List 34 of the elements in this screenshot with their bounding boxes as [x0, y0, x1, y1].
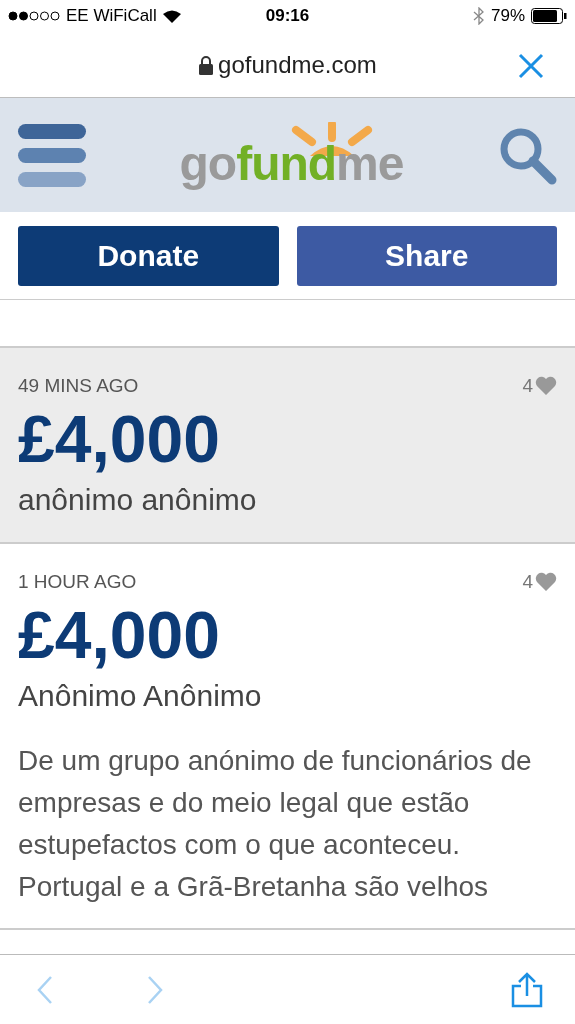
donate-button[interactable]: Donate	[18, 225, 279, 286]
share-button[interactable]	[511, 971, 543, 1008]
logo-text: me	[336, 137, 404, 190]
logo-text: fund	[236, 137, 337, 190]
donation-message: De um grupo anónimo de funcionários de empresas e do meio legal que estão estupefactos com o que aconteceu. Portugal e a Grã-Bretanha são velhos	[18, 744, 533, 905]
heart-icon[interactable]	[535, 376, 557, 397]
close-icon	[518, 53, 544, 79]
signal-icon	[8, 11, 60, 21]
donor-name: anônimo anônimo	[18, 482, 258, 519]
wifi-icon	[162, 9, 181, 23]
donor-name: Anônimo Anônimo	[18, 678, 263, 715]
page-url[interactable]: gofundme.com	[218, 46, 377, 83]
donation-amount: £4,000	[18, 402, 221, 476]
forward-icon	[146, 974, 164, 1005]
battery-icon	[531, 8, 567, 24]
like-count: 4	[522, 570, 533, 595]
clock-time: 09:16	[265, 5, 310, 28]
like-count: 4	[522, 374, 533, 398]
forward-button[interactable]	[146, 974, 164, 1005]
battery-percent: 79%	[490, 5, 525, 28]
share-button[interactable]: Share	[296, 225, 557, 286]
close-button[interactable]	[517, 52, 545, 80]
donation-time: 1 HOUR AGO	[18, 570, 137, 595]
donation-time: 49 MINS AGO	[18, 374, 139, 398]
logo-text: go	[179, 137, 237, 190]
lock-icon	[198, 54, 215, 75]
menu-button[interactable]	[18, 123, 86, 187]
back-icon	[36, 974, 54, 1005]
share-icon	[511, 971, 543, 1008]
heart-icon[interactable]	[535, 572, 557, 593]
donation-amount: £4,000	[18, 598, 221, 672]
carrier-name: EE WiFiCall	[66, 5, 157, 28]
bluetooth-icon	[472, 7, 485, 25]
back-button[interactable]	[36, 974, 54, 1005]
